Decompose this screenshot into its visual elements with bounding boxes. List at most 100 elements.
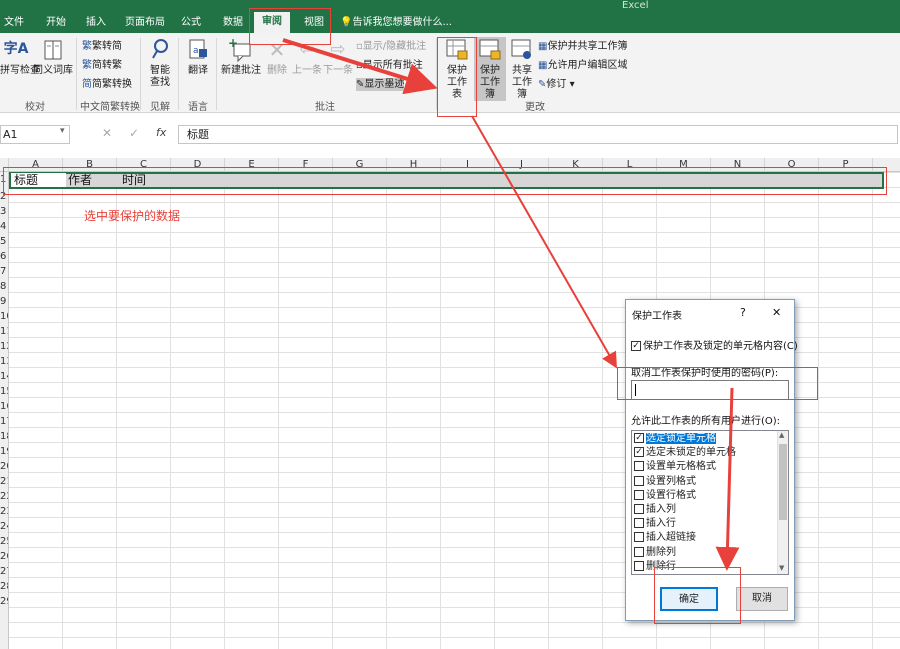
- track-changes-button[interactable]: ✎修订 ▾: [538, 78, 575, 91]
- row-header-15[interactable]: 15: [0, 384, 8, 399]
- permission-item[interactable]: 设置列格式: [634, 475, 696, 489]
- tab-page-layout[interactable]: 页面布局: [120, 13, 170, 33]
- permission-checkbox[interactable]: [634, 560, 644, 571]
- permission-checkbox[interactable]: [634, 532, 644, 543]
- cancel-button[interactable]: 取消: [736, 587, 788, 611]
- permissions-list[interactable]: ▲ ▼ ✓ 选定锁定单元格 ✓ 选定未锁定的单元格 设置单元格格式 设置列格式 设置行格式插…: [631, 430, 789, 575]
- row-header-14[interactable]: 14: [0, 369, 8, 384]
- permission-checkbox[interactable]: [634, 475, 644, 486]
- tab-home[interactable]: 开始: [41, 13, 71, 33]
- row-header-11[interactable]: 11: [0, 324, 8, 339]
- tell-me-box[interactable]: 💡告诉我您想要做什么...: [340, 13, 452, 33]
- insert-function-icon[interactable]: fx: [156, 126, 166, 139]
- row-header-26[interactable]: 26: [0, 549, 8, 564]
- translate-icon: a: [189, 39, 207, 59]
- group-label-changes: 更改: [525, 102, 545, 113]
- row-header-21[interactable]: 21: [0, 474, 8, 489]
- row-header-24[interactable]: 24: [0, 519, 8, 534]
- show-all-comments-button[interactable]: ▫显示所有批注: [356, 59, 423, 72]
- row-header-18[interactable]: 18: [0, 429, 8, 444]
- show-ink-button[interactable]: ✎显示墨迹: [356, 78, 405, 91]
- highlight-ok: [654, 567, 741, 624]
- row-header-9[interactable]: 9: [0, 294, 8, 309]
- protect-checkbox[interactable]: ✓: [631, 341, 641, 351]
- title-bar: Excel 文件 开始 插入 页面布局 公式 数据 审阅 视图 💡告诉我您想要做…: [0, 0, 900, 33]
- share-workbook-icon: [511, 39, 531, 59]
- annotation-text: 选中要保护的数据: [84, 209, 181, 223]
- scroll-down-icon[interactable]: ▼: [779, 564, 784, 572]
- permission-checkbox[interactable]: [634, 461, 644, 472]
- permission-checkbox[interactable]: [634, 518, 644, 529]
- help-icon[interactable]: ?: [740, 306, 746, 319]
- smart-lookup-button[interactable]: 智能查找: [145, 37, 175, 89]
- tab-formulas[interactable]: 公式: [176, 13, 206, 33]
- row-header-20[interactable]: 20: [0, 459, 8, 474]
- convert-icon: 简: [82, 79, 92, 90]
- name-box-dropdown-icon[interactable]: ▾: [60, 126, 65, 136]
- permission-label: 插入超链接: [646, 532, 696, 544]
- show-hide-comment-button[interactable]: ▫显示/隐藏批注: [356, 40, 426, 53]
- tab-data[interactable]: 数据: [217, 13, 249, 33]
- permissions-scrollbar[interactable]: ▲ ▼: [777, 431, 788, 574]
- row-header-25[interactable]: 25: [0, 534, 8, 549]
- row-header-17[interactable]: 17: [0, 414, 8, 429]
- row-header-23[interactable]: 23: [0, 504, 8, 519]
- row-header-22[interactable]: 22: [0, 489, 8, 504]
- permission-item[interactable]: 删除列: [634, 546, 676, 560]
- group-label-chinese: 中文简繁转换: [80, 102, 140, 113]
- thesaurus-button[interactable]: 同义词库: [33, 37, 73, 77]
- scroll-thumb[interactable]: [779, 444, 787, 520]
- row-header-16[interactable]: 16: [0, 399, 8, 414]
- enter-icon[interactable]: ✓: [129, 126, 139, 140]
- permission-item[interactable]: 插入超链接: [634, 531, 696, 545]
- permission-item[interactable]: 设置单元格格式: [634, 460, 716, 474]
- share-workbook-button[interactable]: 共享工作簿: [507, 37, 537, 101]
- t2s-button[interactable]: 繁繁转简: [82, 40, 122, 53]
- book-icon: [44, 40, 62, 60]
- permission-item[interactable]: 插入列: [634, 503, 676, 517]
- permission-item[interactable]: ✓ 选定锁定单元格: [634, 432, 716, 446]
- permission-item[interactable]: ✓ 选定未锁定的单元格: [634, 446, 736, 460]
- row-header-3[interactable]: 3: [0, 204, 8, 219]
- permission-item[interactable]: 插入行: [634, 517, 676, 531]
- row-header-8[interactable]: 8: [0, 279, 8, 294]
- permission-checkbox[interactable]: [634, 504, 644, 514]
- row-header-19[interactable]: 19: [0, 444, 8, 459]
- lightbulb-icon: 💡: [340, 17, 353, 28]
- permission-checkbox[interactable]: ✓: [634, 433, 644, 443]
- tab-file[interactable]: 文件: [0, 13, 28, 33]
- close-icon[interactable]: ✕: [772, 306, 781, 319]
- s2t-icon: 繁: [82, 60, 92, 71]
- permission-item[interactable]: 设置行格式: [634, 489, 696, 503]
- allow-edit-ranges-button[interactable]: ▦允许用户编辑区域: [538, 59, 627, 72]
- row-header-10[interactable]: 10: [0, 309, 8, 324]
- scroll-up-icon[interactable]: ▲: [779, 431, 784, 439]
- spell-check-button[interactable]: 字A 拼写检查: [0, 37, 40, 77]
- permission-label: 选定未锁定的单元格: [646, 447, 736, 459]
- permission-checkbox[interactable]: [634, 546, 644, 557]
- protect-workbook-button[interactable]: 保护工作簿: [474, 37, 506, 101]
- protect-share-button[interactable]: ▦保护并共享工作簿: [538, 40, 627, 53]
- convert-button[interactable]: 简简繁转换: [82, 78, 132, 91]
- tab-insert[interactable]: 插入: [80, 13, 112, 33]
- s2t-button[interactable]: 繁简转繁: [82, 59, 122, 72]
- cancel-icon[interactable]: ✕: [102, 126, 112, 140]
- group-label-insights: 见解: [150, 102, 170, 113]
- highlight-protect-sheet: [437, 37, 477, 117]
- row-header-7[interactable]: 7: [0, 264, 8, 279]
- row-header-28[interactable]: 28: [0, 579, 8, 594]
- formula-input[interactable]: 标题: [178, 125, 898, 144]
- row-header-29[interactable]: 29: [0, 594, 8, 609]
- highlight-password: [617, 367, 818, 400]
- row-header-13[interactable]: 13: [0, 354, 8, 369]
- protect-checkbox-row[interactable]: ✓ 保护工作表及锁定的单元格内容(C): [631, 337, 798, 352]
- row-header-4[interactable]: 4: [0, 219, 8, 234]
- row-header-12[interactable]: 12: [0, 339, 8, 354]
- row-header-6[interactable]: 6: [0, 249, 8, 264]
- permission-checkbox[interactable]: [634, 489, 644, 500]
- row-header-27[interactable]: 27: [0, 564, 8, 579]
- separator: [178, 38, 179, 110]
- translate-button[interactable]: a 翻译: [183, 37, 213, 77]
- row-header-5[interactable]: 5: [0, 234, 8, 249]
- permission-checkbox[interactable]: ✓: [634, 447, 644, 458]
